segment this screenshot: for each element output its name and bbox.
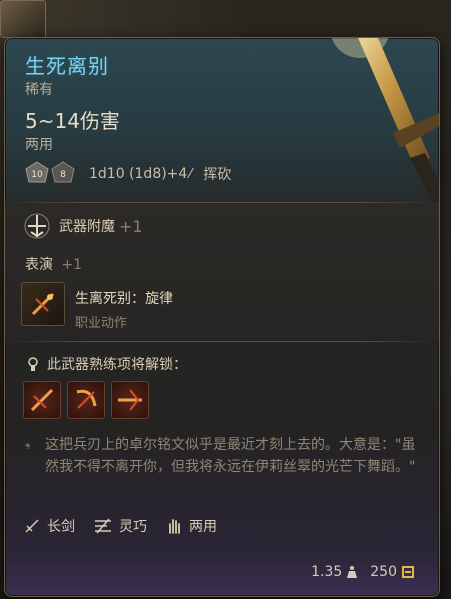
enchant-value: +1 xyxy=(119,216,143,236)
weapon-action-icon-2[interactable] xyxy=(67,381,105,419)
inventory-slot-icon[interactable] xyxy=(0,0,46,38)
property-finesse: 灵巧 xyxy=(93,516,147,536)
divider xyxy=(5,202,439,203)
lore-text: 这把兵刃上的卓尔铭文似乎是最近才刻上去的。大意是："虽然我不得不离开你，但我将永… xyxy=(45,437,416,475)
finesse-icon xyxy=(95,518,111,534)
melody-action-icon[interactable] xyxy=(21,282,65,326)
gold-value: 250 xyxy=(370,564,397,580)
svg-text:8: 8 xyxy=(60,170,66,180)
weapon-action-icon-1[interactable] xyxy=(23,381,61,419)
damage-formula: 1d10 (1d8)+4 xyxy=(89,166,188,182)
weight-value-row: 1.35 250 xyxy=(311,564,415,580)
item-name: 生死离别 xyxy=(25,54,109,78)
weight-value: 1.35 xyxy=(311,564,343,580)
quote-icon: ❟ xyxy=(25,434,31,450)
divider xyxy=(5,341,439,342)
enchant-icon xyxy=(24,213,50,239)
perform-label: 表演 xyxy=(25,257,53,273)
action-category: 职业动作 xyxy=(75,316,128,331)
weapon-action-icon-3[interactable] xyxy=(111,381,149,419)
item-hands: 两用 xyxy=(25,137,53,153)
svg-text:10: 10 xyxy=(31,170,43,180)
proficiency-unlock-row: 此武器熟练项将解锁： xyxy=(25,354,187,374)
gold-icon xyxy=(402,566,414,578)
perform-value: +1 xyxy=(61,257,83,273)
unlock-label: 此武器熟练项将解锁： xyxy=(47,357,187,373)
property-longsword: 长剑 xyxy=(23,516,75,536)
lock-icon xyxy=(28,357,38,371)
damage-type: 挥砍 xyxy=(203,167,232,183)
property-versatile: 两用 xyxy=(165,516,217,536)
dice-icon: 10 8 xyxy=(25,158,85,190)
item-rarity: 稀有 xyxy=(25,82,53,98)
action-name: 生离死别：旋律 xyxy=(75,291,173,307)
enchant-row: 武器附魔 +1 xyxy=(23,212,143,240)
weapon-properties: 长剑 灵巧 两用 xyxy=(23,516,235,536)
unlock-icons xyxy=(23,381,149,419)
class-action[interactable]: 生离死别：旋律 职业动作 xyxy=(21,282,173,331)
damage-dice-row: 10 8 1d10 (1d8)+4 ⁄ 挥砍 xyxy=(25,158,231,190)
item-damage: 5~14伤害 xyxy=(25,109,120,133)
sword-illustration xyxy=(331,38,439,208)
sword-icon xyxy=(25,519,39,533)
slashing-icon: ⁄ xyxy=(189,166,192,182)
weight-icon xyxy=(347,566,358,578)
enchant-label: 武器附魔 xyxy=(59,219,115,235)
hand-icon xyxy=(169,519,180,534)
perform-row: 表演 +1 xyxy=(25,254,82,274)
item-tooltip: 生死离别 稀有 5~14伤害 两用 10 8 1d10 (1d8)+4 ⁄ 挥砍… xyxy=(4,37,440,597)
